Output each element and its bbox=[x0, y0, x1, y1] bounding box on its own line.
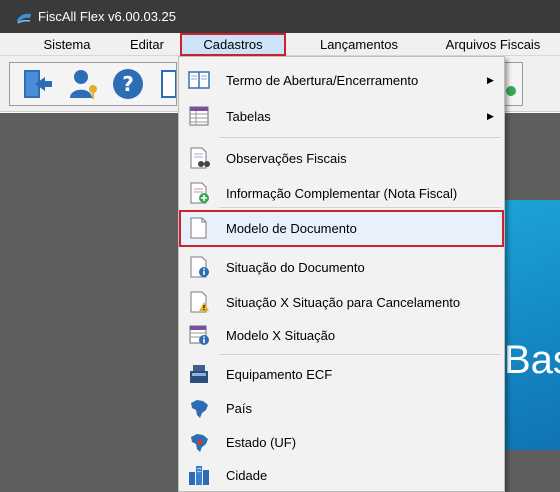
menu-item-tabelas[interactable]: Tabelas ▶ bbox=[179, 101, 504, 131]
menu-separator bbox=[219, 354, 501, 355]
city-icon bbox=[188, 464, 210, 486]
menu-item-label: Termo de Abertura/Encerramento bbox=[226, 72, 419, 88]
banner-text: Bas bbox=[504, 338, 560, 382]
users-key-icon bbox=[70, 70, 97, 99]
document-binoculars-icon bbox=[188, 147, 210, 169]
menu-item-label: Modelo de Documento bbox=[226, 221, 357, 236]
exit-icon bbox=[24, 70, 52, 98]
menu-bar: Sistema Editar Cadastros Lançamentos Arq… bbox=[0, 33, 560, 56]
submenu-arrow-icon: ▶ bbox=[487, 110, 494, 121]
cash-register-icon bbox=[188, 363, 210, 385]
partial-toolbar-button-right[interactable] bbox=[505, 66, 523, 102]
menu-item-equipamento-ecf[interactable]: Equipamento ECF bbox=[179, 357, 504, 391]
brazil-map-icon bbox=[188, 397, 210, 419]
document-icon bbox=[161, 70, 176, 98]
menu-separator bbox=[219, 137, 501, 138]
menu-item-termo-abertura[interactable]: Termo de Abertura/Encerramento ▶ bbox=[179, 65, 504, 95]
menu-item-label: Observações Fiscais bbox=[226, 150, 347, 166]
menu-item-situacao-cancelamento[interactable]: Situação X Situação para Cancelamento bbox=[179, 285, 504, 319]
submenu-arrow-icon: ▶ bbox=[487, 74, 494, 85]
menu-item-label: Modelo X Situação bbox=[226, 327, 336, 343]
menu-item-label: Cidade bbox=[226, 467, 268, 483]
book-icon bbox=[188, 69, 210, 91]
title-bar: FiscAll Flex v6.00.03.25 bbox=[0, 0, 560, 33]
menu-cadastros[interactable]: Cadastros bbox=[180, 33, 286, 56]
add-icon bbox=[506, 86, 516, 96]
menu-item-cidade[interactable]: Cidade bbox=[179, 459, 504, 491]
menu-lancamentos[interactable]: Lançamentos bbox=[308, 33, 410, 56]
partial-toolbar-button[interactable] bbox=[158, 66, 176, 102]
menu-item-estado-uf[interactable]: Estado (UF) bbox=[179, 425, 504, 459]
cadastros-dropdown-menu: Termo de Abertura/Encerramento ▶ Tabelas… bbox=[178, 56, 505, 492]
document-info-icon bbox=[188, 256, 210, 278]
table-info-icon bbox=[188, 324, 210, 346]
background-banner: Bas bbox=[502, 200, 560, 450]
menu-item-situacao-documento[interactable]: Situação do Documento bbox=[179, 249, 504, 285]
menu-item-pais[interactable]: País bbox=[179, 391, 504, 425]
menu-arquivos-fiscais[interactable]: Arquivos Fiscais bbox=[426, 33, 560, 56]
menu-item-label: Informação Complementar (Nota Fiscal) bbox=[226, 185, 458, 201]
help-icon: ? bbox=[113, 69, 143, 99]
menu-item-label: Estado (UF) bbox=[226, 434, 297, 450]
menu-item-modelo-situacao[interactable]: Modelo X Situação bbox=[179, 319, 504, 351]
menu-item-label: Equipamento ECF bbox=[226, 366, 333, 382]
menu-item-label: Situação do Documento bbox=[226, 259, 365, 275]
document-add-icon bbox=[188, 182, 210, 204]
svg-text:?: ? bbox=[122, 72, 134, 96]
menu-editar[interactable]: Editar bbox=[122, 33, 172, 56]
brazil-state-map-icon bbox=[188, 431, 210, 453]
menu-item-label: Situação X Situação para Cancelamento bbox=[226, 294, 461, 310]
menu-sistema[interactable]: Sistema bbox=[32, 33, 102, 56]
menu-item-informacao-complementar[interactable]: Informação Complementar (Nota Fiscal) bbox=[179, 175, 504, 211]
app-logo-icon bbox=[16, 9, 32, 25]
exit-button[interactable] bbox=[20, 66, 56, 102]
menu-item-label: País bbox=[226, 400, 253, 416]
users-button[interactable] bbox=[66, 66, 102, 102]
blank-document-icon bbox=[188, 217, 210, 239]
window-title: FiscAll Flex v6.00.03.25 bbox=[38, 9, 177, 24]
menu-item-label: Tabelas bbox=[226, 108, 271, 124]
document-warning-icon bbox=[188, 291, 210, 313]
menu-item-modelo-documento[interactable]: Modelo de Documento bbox=[179, 210, 504, 247]
help-button[interactable]: ? bbox=[110, 66, 146, 102]
table-icon bbox=[188, 105, 210, 127]
menu-separator bbox=[219, 207, 501, 208]
menu-item-observacoes-fiscais[interactable]: Observações Fiscais bbox=[179, 141, 504, 175]
